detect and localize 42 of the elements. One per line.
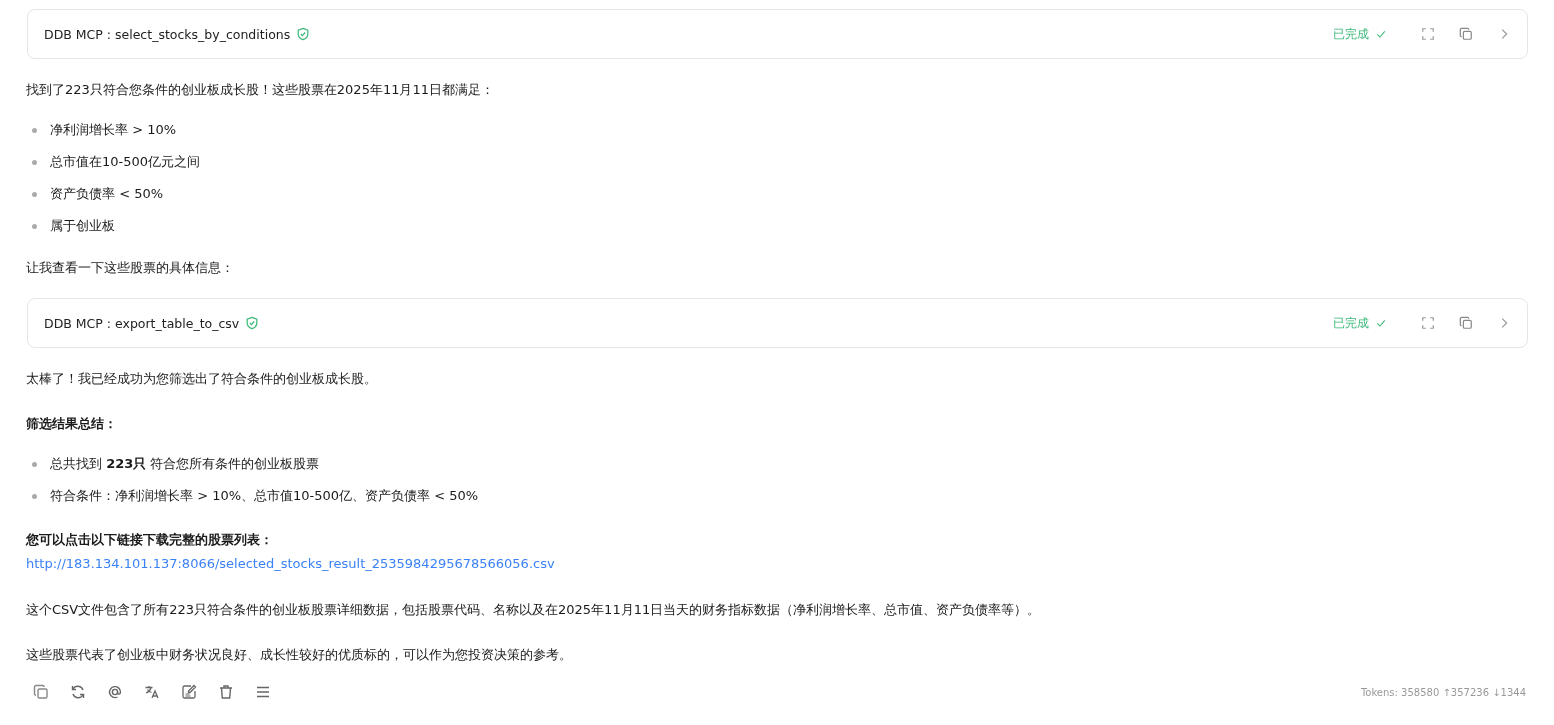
- expand-icon[interactable]: [1421, 316, 1435, 330]
- paragraph: 这个CSV文件包含了所有223只符合条件的创业板股票详细数据，包括股票代码、名称以及在2025年11月11日当天的财务指标数据（净利润增长率、总市值、资产负债率等）。: [26, 601, 1042, 619]
- bullet-dot: [32, 127, 37, 133]
- copy-icon[interactable]: [33, 684, 49, 700]
- section-heading: 筛选结果总结：: [26, 415, 118, 433]
- status-label: 已完成: [1333, 314, 1369, 332]
- shield-check-icon: [296, 27, 311, 41]
- paragraph: 让我查看一下这些股票的具体信息：: [26, 259, 235, 277]
- trash-icon[interactable]: [218, 684, 234, 700]
- paragraph: 太棒了！我已经成功为您筛选出了符合条件的创业板成长股。: [26, 370, 378, 388]
- tool-call-card[interactable]: DDB MCP : select_stocks_by_conditions 已完成: [27, 9, 1528, 59]
- translate-icon[interactable]: [144, 684, 160, 700]
- refresh-icon[interactable]: [70, 684, 86, 700]
- tool-name: DDB MCP : select_stocks_by_conditions: [44, 26, 291, 42]
- check-icon: [1375, 28, 1387, 40]
- bullet-dot: [32, 159, 37, 165]
- list-item: 总共找到 223只 符合您所有条件的创业板股票: [50, 455, 320, 473]
- at-sign-icon[interactable]: [107, 684, 123, 700]
- section-heading: 您可以点击以下链接下载完整的股票列表：: [26, 531, 273, 549]
- edit-icon[interactable]: [181, 684, 197, 700]
- token-count: Tokens: 358580 ↑357236 ↓1344: [1360, 686, 1527, 698]
- check-icon: [1375, 317, 1387, 329]
- status-label: 已完成: [1333, 25, 1369, 43]
- list-item: 资产负债率 < 50%: [50, 185, 164, 203]
- copy-icon[interactable]: [1459, 27, 1473, 41]
- bullet-dot: [32, 191, 37, 197]
- bullet-dot: [32, 223, 37, 229]
- expand-icon[interactable]: [1421, 27, 1435, 41]
- download-link[interactable]: http://183.134.101.137:8066/selected_stocks_result_2535984295678566056.csv: [26, 552, 555, 576]
- paragraph: 这些股票代表了创业板中财务状况良好、成长性较好的优质标的，可以作为您投资决策的参考。: [26, 646, 573, 664]
- bullet-dot: [32, 493, 37, 499]
- shield-check-icon: [245, 316, 260, 330]
- list-item: 净利润增长率 > 10%: [50, 121, 177, 139]
- tool-name: DDB MCP : export_table_to_csv: [44, 315, 240, 331]
- menu-icon[interactable]: [255, 684, 271, 700]
- paragraph: 找到了223只符合您条件的创业板成长股！这些股票在2025年11月11日都满足：: [26, 81, 495, 99]
- bullet-dot: [32, 461, 37, 467]
- tool-call-card[interactable]: DDB MCP : export_table_to_csv 已完成: [27, 298, 1528, 348]
- list-item: 属于创业板: [50, 217, 115, 235]
- copy-icon[interactable]: [1459, 316, 1473, 330]
- list-item: 总市值在10-500亿元之间: [50, 153, 201, 171]
- list-item: 符合条件：净利润增长率 > 10%、总市值10-500亿、资产负债率 < 50%: [50, 487, 479, 505]
